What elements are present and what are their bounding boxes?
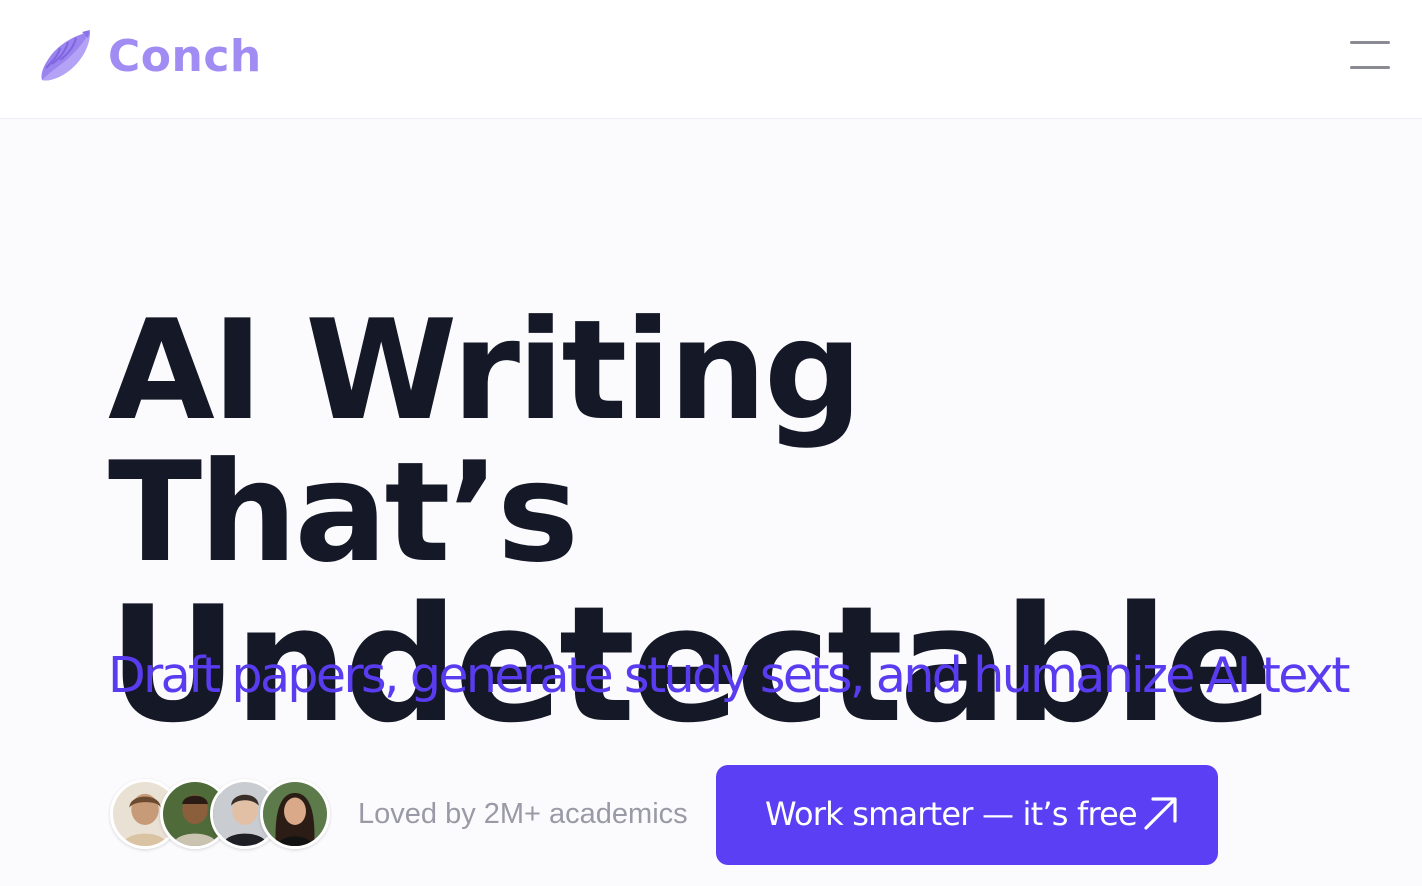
arrow-up-right-icon xyxy=(1144,797,1177,830)
menu-line xyxy=(1350,66,1390,69)
cta-label: Work smarter — it’s free xyxy=(765,795,1138,833)
hero-subtitle: Draft papers, generate study sets, and h… xyxy=(108,647,1350,704)
conch-shell-icon xyxy=(41,30,90,81)
social-proof-text: Loved by 2M+ academics xyxy=(358,798,688,830)
top-navbar: Conch xyxy=(0,0,1422,119)
hamburger-menu-icon[interactable] xyxy=(1350,40,1392,70)
brand-name: Conch xyxy=(108,30,262,82)
hero-title-line1: AI Writing That’s xyxy=(108,290,863,593)
brand-logo-link[interactable]: Conch xyxy=(38,28,262,84)
avatar xyxy=(260,779,330,849)
menu-line xyxy=(1350,41,1390,44)
